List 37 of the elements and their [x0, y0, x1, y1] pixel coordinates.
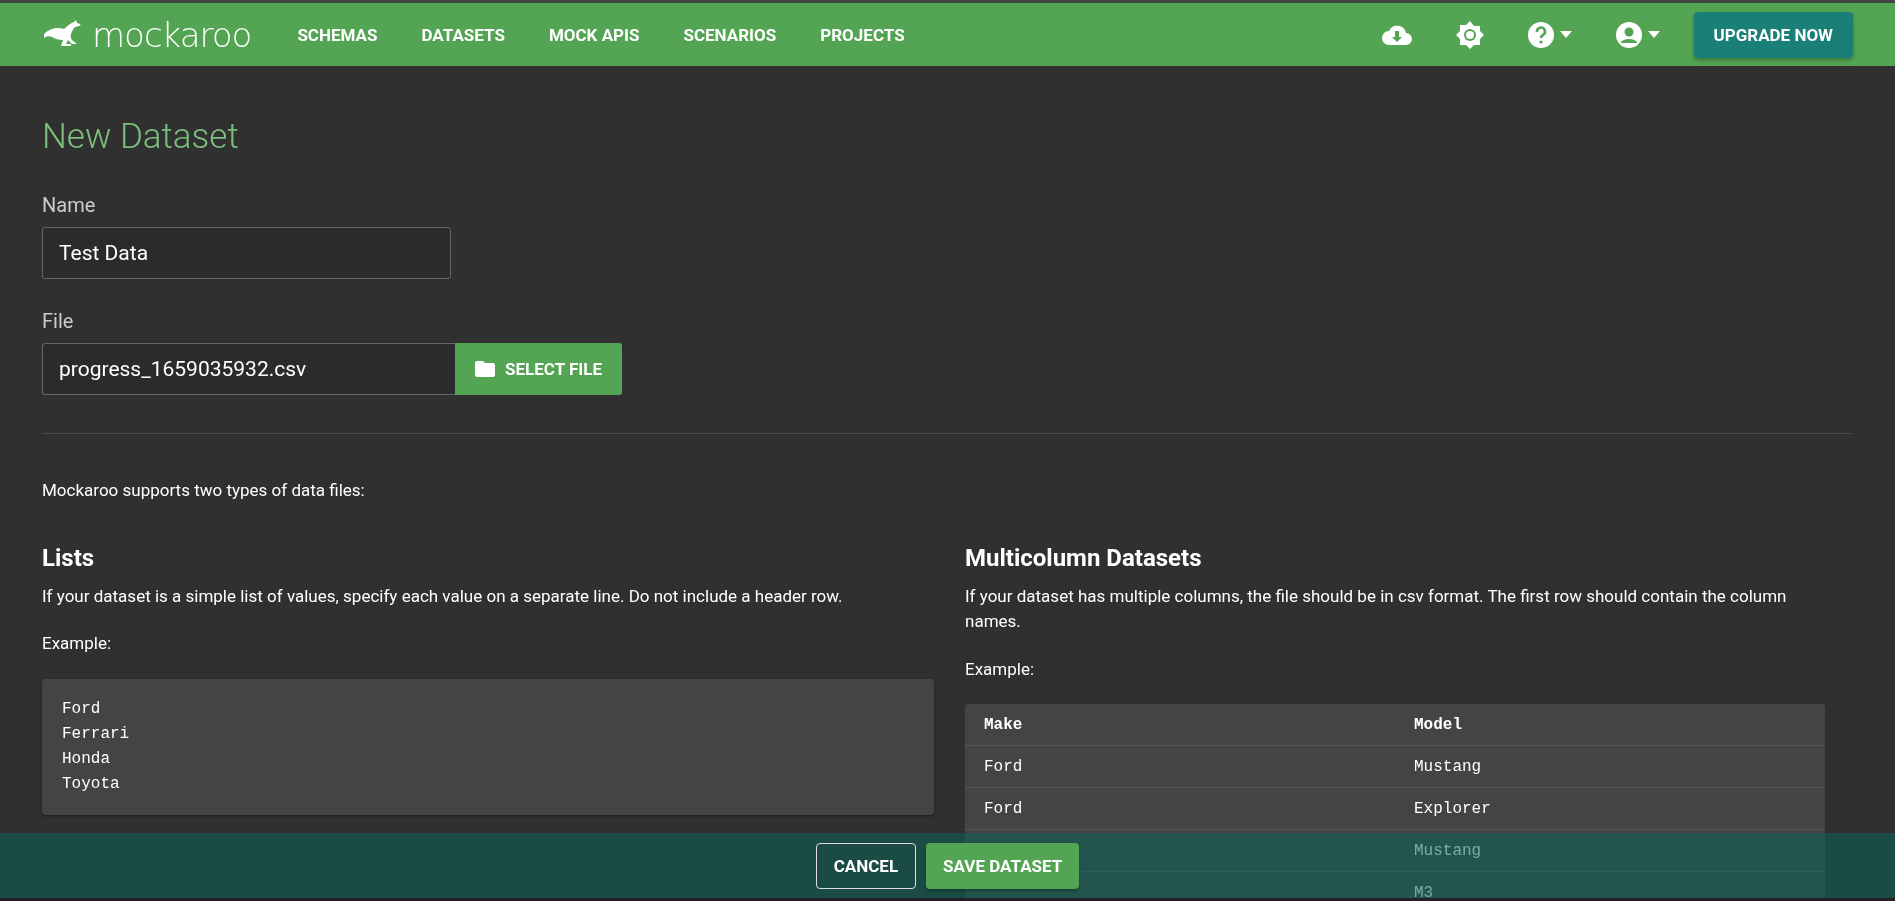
nav-link[interactable]: PROJECTS [798, 24, 927, 45]
column-header: Model [1413, 715, 1463, 734]
help-icon [1527, 21, 1554, 48]
caret-icon [1559, 31, 1572, 38]
folder-icon [475, 361, 495, 377]
table-cell-text: Mustang [1413, 841, 1483, 860]
nav-link[interactable]: MOCK APIS [526, 24, 662, 45]
brightness-icon[interactable] [1455, 20, 1484, 49]
section-heading: Lists [42, 543, 96, 572]
field-label: Name [42, 193, 97, 217]
field-label: File [42, 309, 75, 333]
logo-text[interactable]: mockaroo [92, 14, 252, 55]
section-description: If your dataset has multiple columns, the file should be in csv format. The first row should contain the column names. [965, 584, 1788, 633]
table-cell-text: M3 [1413, 883, 1435, 901]
section-description: If your dataset is a simple list of values, specify each value on a separate line. Do not include a header row. [42, 584, 844, 608]
name-input[interactable]: Test Data [42, 227, 451, 279]
select-file-button[interactable]: SELECT FILE [455, 343, 623, 395]
table-cell-text: Ford [983, 757, 1024, 776]
table-cell-text: Explorer [1413, 799, 1492, 818]
caret-icon [1647, 31, 1660, 38]
example-label: Example: [42, 632, 113, 655]
column-header: Make [983, 715, 1024, 734]
page-title: New Dataset [42, 116, 240, 157]
code-example: Ford Ferrari Honda Toyota [42, 678, 934, 815]
section-heading: Multicolumn Datasets [965, 543, 1203, 572]
save-button[interactable]: SAVE DATASET [926, 842, 1080, 889]
nav-link[interactable]: SCHEMAS [275, 24, 400, 45]
table-cell-text: Mustang [1413, 757, 1483, 776]
intro-text: Mockaroo supports two types of data files: [42, 479, 366, 502]
file-input[interactable]: progress_1659035932.csv [42, 343, 455, 395]
example-label: Example: [965, 657, 1036, 681]
nav-link[interactable]: SCENARIOS [661, 24, 799, 45]
table-cell-text: Ford [983, 799, 1024, 818]
user-icon [1615, 21, 1642, 48]
nav-link[interactable]: DATASETS [399, 24, 527, 45]
cancel-button[interactable]: CANCEL [815, 842, 917, 889]
upgrade-button[interactable]: UPGRADE NOW [1693, 11, 1853, 58]
